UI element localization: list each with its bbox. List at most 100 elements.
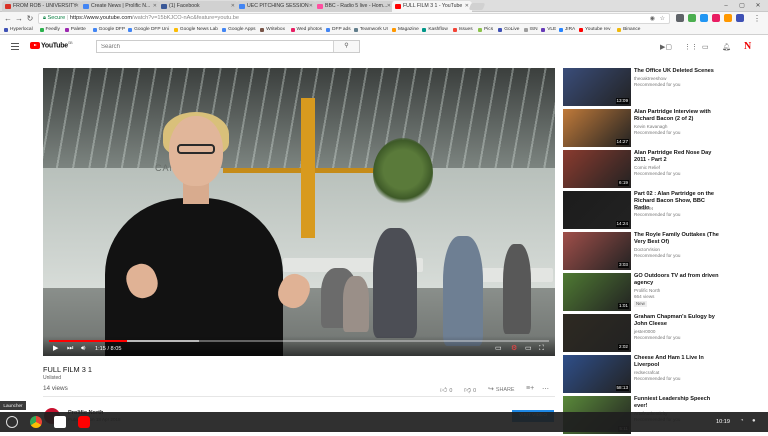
bookmark-item[interactable]: ISN [523,25,538,35]
menu-kebab-icon[interactable]: ⋮ [752,13,762,24]
next-icon[interactable]: ⏭ [67,345,73,353]
video-thumbnail[interactable]: 14:27 [563,109,631,147]
bookmark-item[interactable]: Google DFP Uni [128,25,169,35]
browser-tab[interactable]: BBC - Radio 5 live - Hom... ✕ [314,1,394,12]
bookmark-item[interactable]: Issues [452,25,473,35]
dislike-button[interactable]: 👎︎ 0 [464,385,476,394]
upload-icon[interactable]: ▶▢ [660,43,672,51]
browser-tab[interactable]: (1) Facebook ✕ [158,1,238,12]
browser-tab[interactable]: UEC PITCHING SESSION ✕ [236,1,316,12]
video-thumbnail[interactable]: 58:13 [563,355,631,393]
bookmark-item[interactable]: Google Apps [222,25,256,35]
recommended-title[interactable]: Funniest Leadership Speech ever! [634,396,722,410]
gmail-icon[interactable] [54,416,66,428]
youtube-app-icon[interactable] [78,416,90,428]
bookmark-item[interactable]: JIRA [558,25,575,35]
youtube-logo-text[interactable]: YouTubeGB [41,41,73,49]
bookmark-star-icon[interactable]: ☆ [660,15,665,24]
bookmark-item[interactable]: Magazine [391,25,419,35]
bookmark-item[interactable]: VLE [541,25,556,35]
video-thumbnail[interactable]: 3:03 [563,232,631,270]
recommended-title[interactable]: Alan Partridge Red Nose Day 2011 - Part … [634,150,722,164]
avatar[interactable]: N [744,41,751,52]
bookmark-item[interactable]: Wed photos [290,25,322,35]
close-window-icon[interactable]: ✕ [752,0,764,12]
video-thumbnail[interactable]: 14:24 [563,191,631,229]
volume-icon[interactable]: 🔊︎ [81,345,85,353]
chrome-icon[interactable] [30,416,42,428]
bookmark-item[interactable]: Youtube rev [579,25,610,35]
bookmark-item[interactable]: GoLive [498,25,519,35]
close-tab-icon[interactable]: ✕ [387,1,391,12]
recommended-title[interactable]: Graham Chapman's Eulogy by John Cleese [634,314,722,328]
forward-icon[interactable]: → [14,13,24,24]
extension-icon[interactable] [676,14,684,22]
browser-tab[interactable]: FULL FILM 3 1 - YouTube ✕ [392,1,472,12]
fullscreen-icon[interactable]: ⛶ [539,345,544,353]
browser-tab[interactable]: Create News | Prolific N... ✕ [80,1,160,12]
recommended-video[interactable]: 3:03 The Royle Family Outtakes (The Very … [563,232,723,272]
video-thumbnail[interactable]: 13:09 [563,68,631,106]
hamburger-menu-icon[interactable] [11,43,19,50]
bookmark-item[interactable]: Pics [478,25,493,35]
youtube-logo-icon[interactable] [30,42,40,49]
miniplayer-icon[interactable]: ▭ [525,345,532,353]
launcher-icon[interactable] [6,416,18,428]
video-thumbnail[interactable]: 2:02 [563,314,631,352]
recommended-title[interactable]: The Office UK Deleted Scenes [634,68,722,75]
recommended-video[interactable]: 58:13 Cheese And Ham 1 Live In Liverpool r… [563,355,723,395]
address-bar[interactable]: 🔒︎ Secure | https://www.youtube.com/watc… [38,13,670,24]
apps-grid-icon[interactable]: ⋮⋮ [684,43,698,51]
search-input[interactable] [97,41,333,52]
recommended-title[interactable]: Alan Partridge Interview with Richard Ba… [634,109,722,123]
browser-tab[interactable]: FROM ROB - UNIVERSITY ✕ [2,1,82,12]
bookmark-item[interactable]: Kashflow [422,25,448,35]
video-thumbnail[interactable]: 1:01 [563,273,631,311]
cast-icon[interactable]: ◉ [650,15,655,24]
recommended-title[interactable]: Cheese And Ham 1 Live In Liverpool [634,355,722,369]
share-button[interactable]: ↪ SHARE [488,385,514,393]
bookmark-item[interactable]: Hyperlocal [4,25,33,35]
bookmark-item[interactable]: Teamwork UI [353,25,388,35]
extension-icon[interactable] [724,14,732,22]
add-to-playlist-icon[interactable]: ≡+ [526,385,536,392]
settings-gear-icon[interactable]: ⚙ [511,345,517,353]
bookmark-item[interactable]: Palette [64,25,86,35]
search-button[interactable]: ⚲ [333,41,359,52]
bookmark-item[interactable]: Google News Lab [173,25,218,35]
bookmark-item[interactable]: Writebox [260,25,285,35]
extension-icon[interactable] [712,14,720,22]
messages-icon[interactable]: ▭ [702,43,709,51]
play-icon[interactable]: ▶ [53,345,58,353]
recommended-video[interactable]: 2:02 Graham Chapman's Eulogy by John Clee… [563,314,723,354]
bookmark-item[interactable]: DFP ads [326,25,351,35]
recommended-title[interactable]: The Royle Family Outtakes (The Very Best… [634,232,722,246]
more-actions-icon[interactable]: ⋯ [542,385,551,393]
maximize-icon[interactable]: ▢ [736,0,748,12]
back-icon[interactable]: ← [3,13,13,24]
close-tab-icon[interactable]: ✕ [465,1,469,12]
video-player[interactable]: CAMPUS 1 ▶ ⏭ 🔊︎ 1:15 / 8:05 ▭ ⚙ ▭ ⛶ [43,68,555,356]
like-button[interactable]: 👍︎ 0 [440,385,452,394]
captions-icon[interactable]: ▭ [495,345,502,353]
recommended-video[interactable]: 1:01 GO Outdoors TV ad from driven agency… [563,273,723,313]
reload-icon[interactable]: ↻ [25,13,35,24]
recommended-video[interactable]: 14:27 Alan Partridge Interview with Richa… [563,109,723,149]
recommended-title[interactable]: GO Outdoors TV ad from driven agency [634,273,722,287]
bookmark-item[interactable]: Google DFP [92,25,125,35]
extension-icon[interactable] [700,14,708,22]
new-tab-button[interactable] [468,3,486,10]
progress-bar[interactable] [49,340,549,342]
close-tab-icon[interactable]: ✕ [231,1,235,12]
minimize-icon[interactable]: – [720,0,732,12]
video-thumbnail[interactable]: 6:19 [563,150,631,188]
notifications-bell-icon[interactable]: 🔔︎ [722,43,731,51]
extension-icon[interactable] [688,14,696,22]
extension-icon[interactable] [736,14,744,22]
close-tab-icon[interactable]: ✕ [75,1,79,12]
recommended-video[interactable]: 14:24 Part 02 : Alan Partridge on the Ric… [563,191,723,231]
account-avatar-icon[interactable]: ● [752,416,756,427]
wifi-icon[interactable]: ◔ [740,416,744,427]
bookmark-item[interactable]: Binance [617,25,640,35]
recommended-video[interactable]: 6:19 Alan Partridge Red Nose Day 2011 - P… [563,150,723,190]
